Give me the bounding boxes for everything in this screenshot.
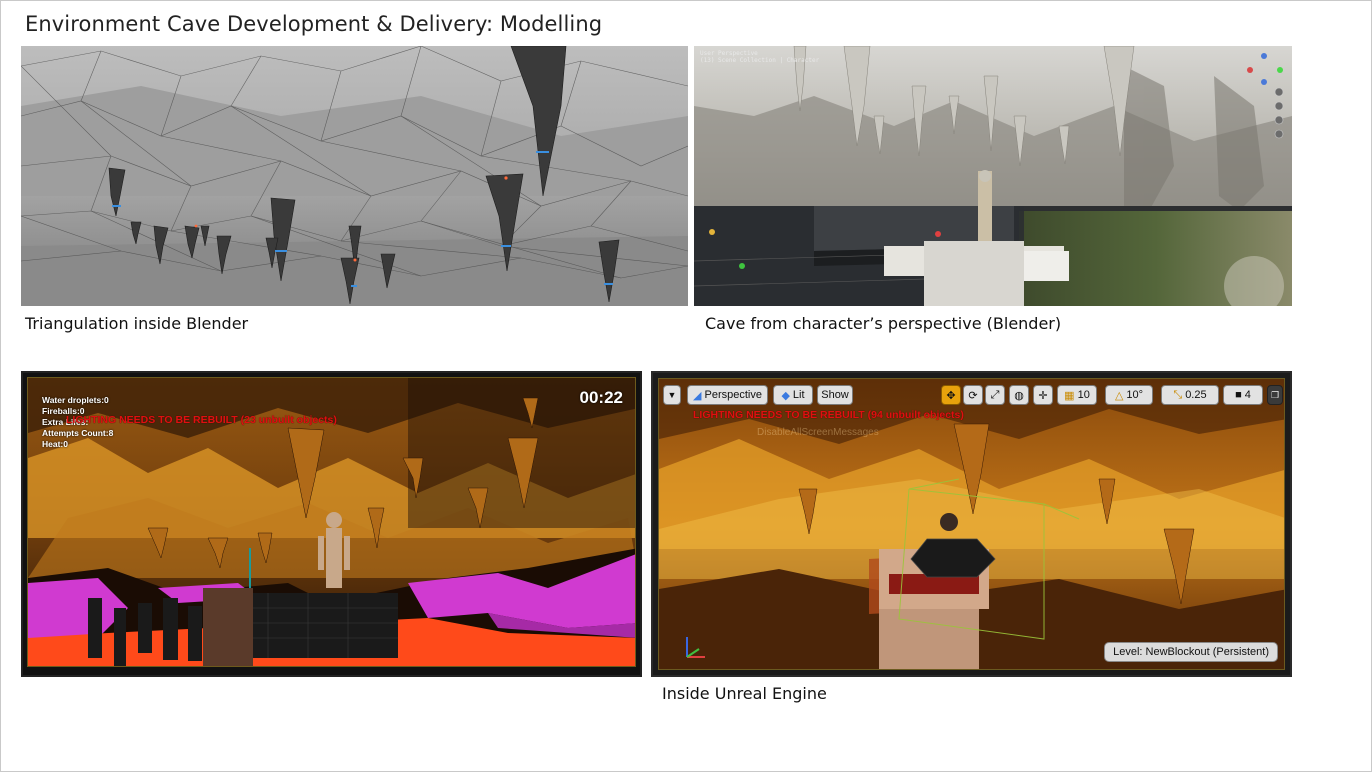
slide-title: Environment Cave Development & Delivery:… [25,12,603,36]
camera-icon: ■ [1235,389,1242,401]
caption-unreal: Inside Unreal Engine [662,684,827,703]
ue-level-indicator: Level: NewBlockout (Persistent) [1104,642,1278,662]
ue-show-button[interactable]: Show [817,385,853,405]
scale-snap-icon: ⤡ [1173,388,1183,401]
game-lighting-warning: LIGHTING NEEDS TO BE REBUILT (23 unbuilt… [66,414,337,426]
hud-attempts: Attempts Count:8 [42,428,114,438]
rotate-icon: ⟳ [968,389,978,402]
ue-rotation-snap-button[interactable]: △ 10° [1105,385,1153,405]
perspective-icon: ◢ [693,389,702,402]
ue-grid-snap-button[interactable]: ▦ 10 [1057,385,1097,405]
ue-rotate-tool-button[interactable]: ⟳ [963,385,983,405]
ue-lit-button[interactable]: ◆ Lit [773,385,813,405]
grid-icon: ▦ [1064,389,1075,402]
slide: Environment Cave Development & Delivery:… [0,0,1372,772]
move-icon: ✥ [946,389,956,402]
blender-triangulation-image [21,46,688,306]
ue-perspective-button[interactable]: ◢ Perspective [687,385,768,405]
unreal-viewport-image: DisableAllScreenMessages LIGHTING NEEDS … [651,371,1292,677]
blender-overlay-collection: (13) Scene Collection | Character [700,57,820,64]
surface-snap-icon: ✛ [1038,389,1048,402]
caption-blender-triangulation: Triangulation inside Blender [25,314,249,333]
ue-translate-tool-button[interactable]: ✥ [941,385,961,405]
blender-overlay-title: User Perspective [700,50,758,57]
hud-heat: Heat:0 [42,439,68,449]
ue-maximize-button[interactable]: ❐ [1267,385,1283,405]
scale-icon: ⤢ [990,388,1000,401]
ue-camera-speed-value: 4 [1244,389,1251,401]
ue-scale-value: 0.25 [1185,389,1207,401]
game-view-image: Water droplets:0 Fireballs:0 Extra Lifes… [21,371,642,677]
ue-camera-speed-button[interactable]: ■ 4 [1223,385,1263,405]
globe-icon: ◍ [1014,389,1024,402]
ue-viewport-toolbar: ▼ ◢ Perspective ◆ Lit Show ✥ ⟳ ⤢ ◍ ✛ ▦ 1… [659,379,1284,409]
ue-options-button[interactable]: ▼ [663,385,681,405]
blender-character-view-image: User Perspective (13) Scene Collection |… [694,46,1292,306]
ue-angle-value: 10° [1126,389,1144,401]
ue-show-label: Show [821,389,849,401]
ue-ghost-text: DisableAllScreenMessages [757,427,879,438]
ue-grid-value: 10 [1077,389,1090,401]
maximize-icon: ❐ [1270,389,1280,400]
ue-surface-snap-button[interactable]: ✛ [1033,385,1053,405]
ue-lighting-warning: LIGHTING NEEDS TO BE REBUILT (94 unbuilt… [693,409,964,421]
blender-overlay-text: User Perspective (13) Scene Collection |… [700,50,819,64]
ue-lit-label: Lit [792,389,805,401]
ue-scale-snap-button[interactable]: ⤡ 0.25 [1161,385,1219,405]
hud-water-droplets: Water droplets:0 [42,395,109,405]
lit-cube-icon: ◆ [781,389,790,402]
ue-perspective-label: Perspective [704,389,762,401]
chevron-down-icon: ▼ [667,390,677,400]
ue-world-space-button[interactable]: ◍ [1009,385,1029,405]
ue-scale-tool-button[interactable]: ⤢ [985,385,1005,405]
game-timer: 00:22 [579,388,623,407]
angle-icon: △ [1114,389,1124,402]
caption-blender-character: Cave from character’s perspective (Blend… [705,314,1062,333]
